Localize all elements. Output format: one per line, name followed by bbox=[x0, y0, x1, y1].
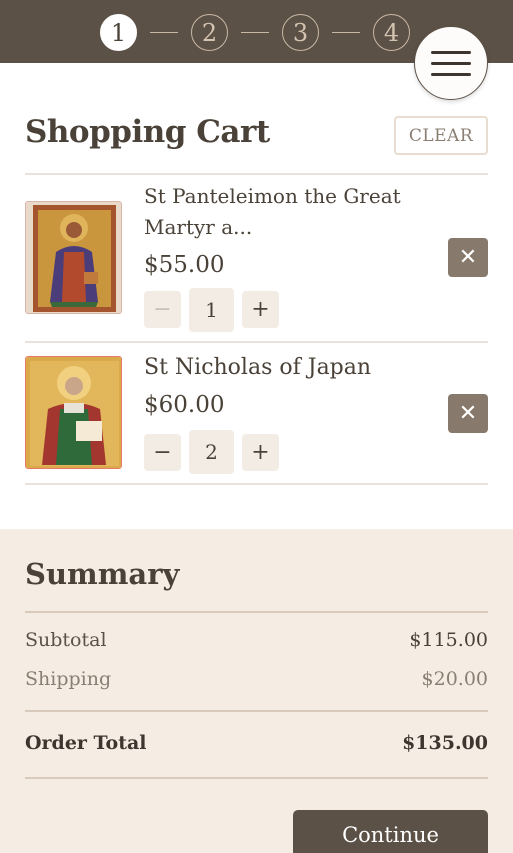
subtotal-row: Subtotal $115.00 bbox=[25, 629, 488, 651]
icon-image-nicholas bbox=[26, 357, 121, 468]
summary-title: Summary bbox=[25, 557, 180, 591]
quantity-value[interactable]: 2 bbox=[189, 430, 234, 474]
decrease-quantity-button[interactable]: − bbox=[144, 291, 181, 328]
remove-item-button[interactable]: ✕ bbox=[448, 238, 488, 277]
step-1[interactable]: 1 bbox=[100, 14, 137, 51]
close-icon: ✕ bbox=[458, 401, 478, 426]
minus-icon: − bbox=[153, 297, 172, 322]
order-total-row: Order Total $135.00 bbox=[25, 732, 488, 754]
increase-quantity-button[interactable]: + bbox=[242, 291, 279, 328]
subtotal-value: $115.00 bbox=[409, 629, 488, 651]
plus-icon: + bbox=[251, 297, 270, 322]
divider bbox=[25, 710, 488, 712]
minus-icon: − bbox=[153, 440, 172, 465]
product-price: $60.00 bbox=[144, 392, 225, 418]
product-image[interactable] bbox=[25, 356, 122, 469]
hamburger-icon bbox=[431, 50, 471, 54]
order-total-label: Order Total bbox=[25, 732, 147, 754]
page-title: Shopping Cart bbox=[25, 114, 270, 150]
remove-item-button[interactable]: ✕ bbox=[448, 394, 488, 433]
step-3[interactable]: 3 bbox=[282, 14, 319, 51]
step-connector bbox=[332, 31, 360, 34]
decrease-quantity-button[interactable]: − bbox=[144, 434, 181, 471]
step-connector bbox=[241, 31, 269, 34]
hamburger-icon-line bbox=[431, 72, 471, 76]
divider bbox=[25, 611, 488, 613]
subtotal-label: Subtotal bbox=[25, 629, 107, 651]
close-icon: ✕ bbox=[458, 245, 478, 270]
cart-item: St Nicholas of Japan $60.00 − 2 + ✕ bbox=[25, 342, 488, 484]
menu-button[interactable] bbox=[414, 26, 488, 100]
product-name[interactable]: St Nicholas of Japan bbox=[144, 352, 414, 383]
shipping-row: Shipping $20.00 bbox=[25, 668, 488, 690]
order-summary: Summary Subtotal $115.00 Shipping $20.00… bbox=[0, 529, 513, 853]
product-price: $55.00 bbox=[144, 252, 225, 278]
product-name[interactable]: St Panteleimon the Great Martyr a... bbox=[144, 181, 414, 243]
hamburger-icon-line bbox=[431, 61, 471, 65]
step-indicator: 1 2 3 4 bbox=[100, 14, 410, 51]
clear-cart-button[interactable]: CLEAR bbox=[394, 116, 488, 155]
step-2[interactable]: 2 bbox=[191, 14, 228, 51]
icon-image-panteleimon bbox=[26, 202, 121, 313]
shipping-value: $20.00 bbox=[421, 668, 488, 690]
shipping-label: Shipping bbox=[25, 668, 112, 690]
product-image[interactable] bbox=[25, 201, 122, 314]
cart-item: St Panteleimon the Great Martyr a... $55… bbox=[25, 174, 488, 341]
plus-icon: + bbox=[251, 440, 270, 465]
quantity-value[interactable]: 1 bbox=[189, 288, 234, 332]
divider bbox=[25, 777, 488, 779]
step-4[interactable]: 4 bbox=[373, 14, 410, 51]
step-connector bbox=[150, 31, 178, 34]
continue-button[interactable]: Continue bbox=[293, 810, 488, 853]
order-total-value: $135.00 bbox=[402, 732, 488, 754]
increase-quantity-button[interactable]: + bbox=[242, 434, 279, 471]
divider bbox=[25, 483, 488, 485]
